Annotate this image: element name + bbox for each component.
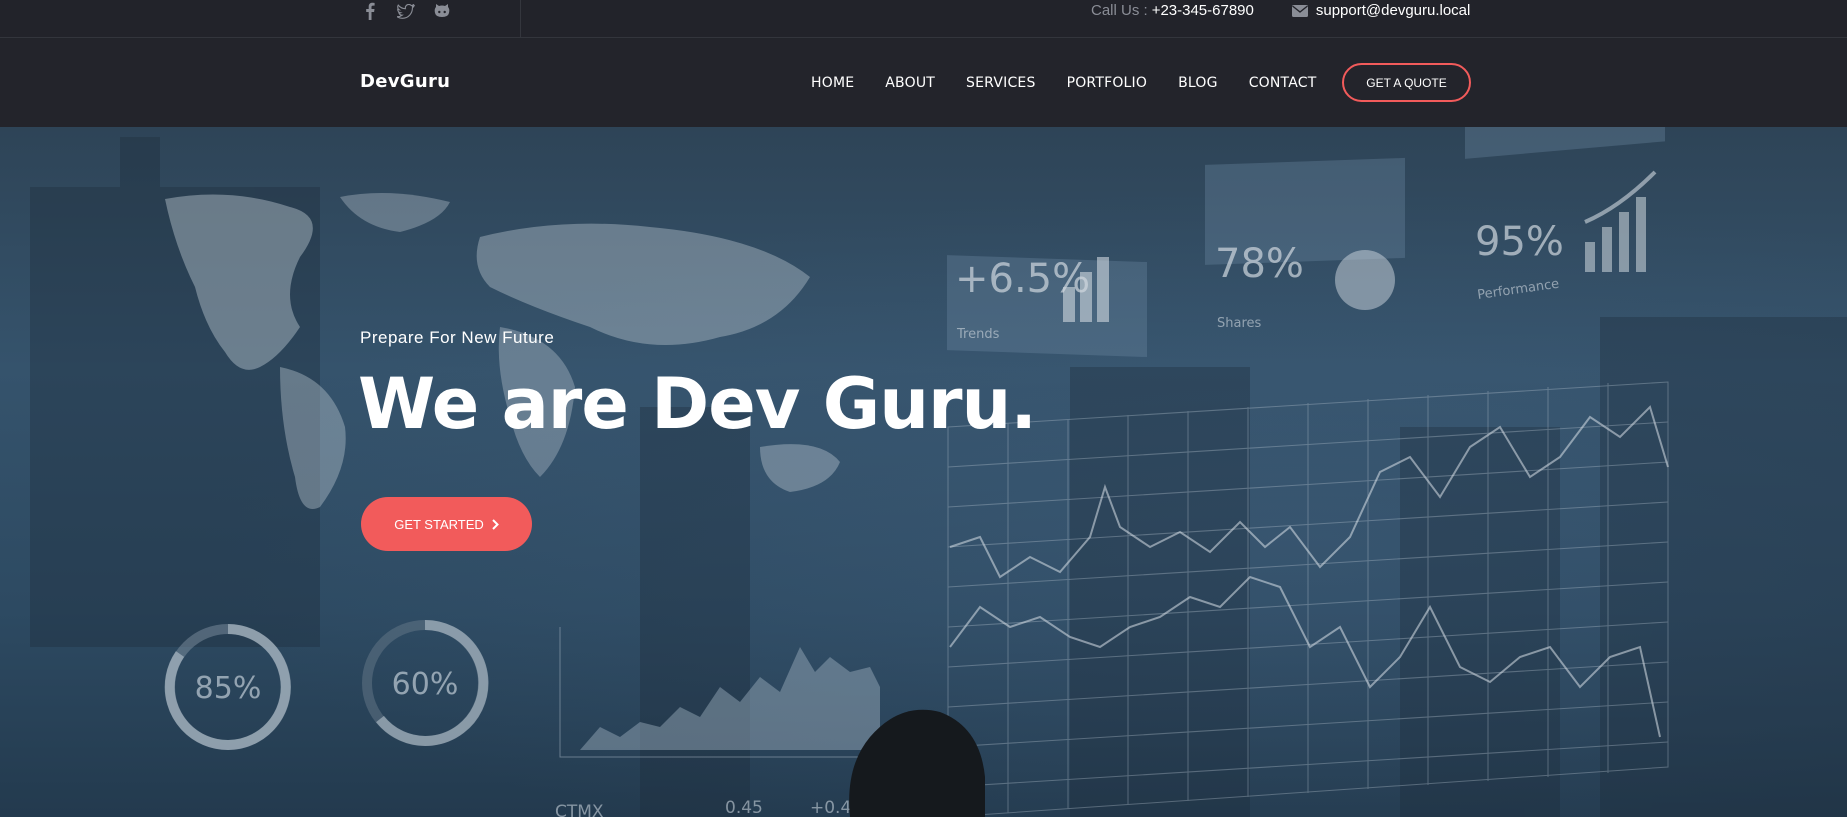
twitter-icon[interactable] xyxy=(396,2,416,20)
get-a-quote-button[interactable]: GET A QUOTE xyxy=(1342,63,1471,102)
hero-pretitle: Prepare For New Future xyxy=(360,328,555,347)
nav-item-about[interactable]: ABOUT xyxy=(885,75,935,91)
hero-title: We are Dev Guru. xyxy=(358,363,1037,445)
envelope-icon xyxy=(1291,4,1308,17)
card-shares-label: Shares xyxy=(1217,316,1262,331)
get-started-button[interactable]: GET STARTED xyxy=(361,497,532,551)
nav-menu: HOME ABOUT SERVICES PORTFOLIO BLOG CONTA… xyxy=(811,75,1316,91)
github-icon[interactable] xyxy=(432,2,452,20)
call-label: Call Us : xyxy=(1091,2,1148,19)
facebook-icon[interactable] xyxy=(360,2,380,20)
nav-item-portfolio[interactable]: PORTFOLIO xyxy=(1067,75,1148,91)
email-address: support@devguru.local xyxy=(1315,2,1471,19)
social-links xyxy=(360,2,452,20)
card-performance-label: Performance xyxy=(1476,277,1560,303)
hero-section: +6.5% Trends 78% Shares 95% Performance xyxy=(0,127,1847,817)
card-trends-label: Trends xyxy=(956,327,1000,342)
topbar-divider xyxy=(520,0,521,38)
chevron-right-icon xyxy=(492,518,499,530)
nav-item-services[interactable]: SERVICES xyxy=(966,75,1036,91)
contact-info: Call Us : +23-345-67890 support@devguru.… xyxy=(1091,2,1470,19)
hero-background-illustration: +6.5% Trends 78% Shares 95% Performance xyxy=(30,127,1847,817)
top-bar: Call Us : +23-345-67890 support@devguru.… xyxy=(0,0,1847,38)
email-link[interactable]: support@devguru.local xyxy=(1291,2,1471,19)
main-navbar: DevGuru HOME ABOUT SERVICES PORTFOLIO BL… xyxy=(0,39,1847,127)
ring-85-label: 85% xyxy=(195,671,262,706)
nav-item-blog[interactable]: BLOG xyxy=(1178,75,1218,91)
ticker-price: 0.45 xyxy=(725,798,763,817)
card-performance-value: 95% xyxy=(1475,219,1564,265)
nav-item-contact[interactable]: CONTACT xyxy=(1249,75,1317,91)
ring-60-label: 60% xyxy=(392,667,459,702)
nav-item-home[interactable]: HOME xyxy=(811,75,854,91)
brand-logo[interactable]: DevGuru xyxy=(360,71,450,92)
phone-number[interactable]: +23-345-67890 xyxy=(1152,2,1254,19)
get-started-label: GET STARTED xyxy=(394,516,484,532)
card-shares-value: 78% xyxy=(1215,241,1304,287)
ticker-symbol: CTMX xyxy=(555,802,604,817)
